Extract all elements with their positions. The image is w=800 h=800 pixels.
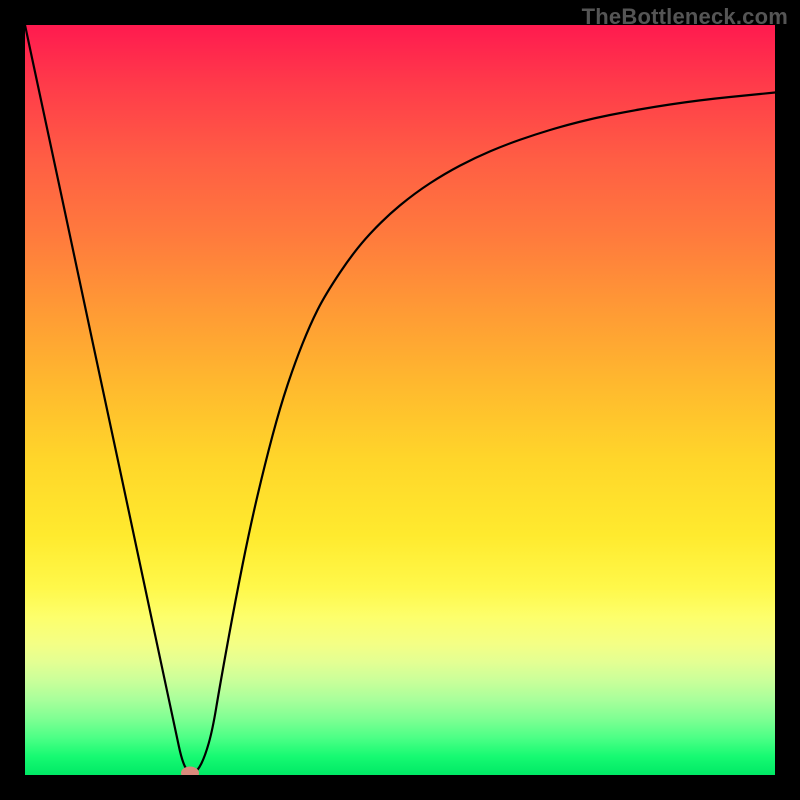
- optimum-marker: [181, 766, 199, 775]
- bottleneck-curve: [25, 25, 775, 775]
- chart-container: TheBottleneck.com: [0, 0, 800, 800]
- watermark-text: TheBottleneck.com: [582, 4, 788, 30]
- plot-area: [25, 25, 775, 775]
